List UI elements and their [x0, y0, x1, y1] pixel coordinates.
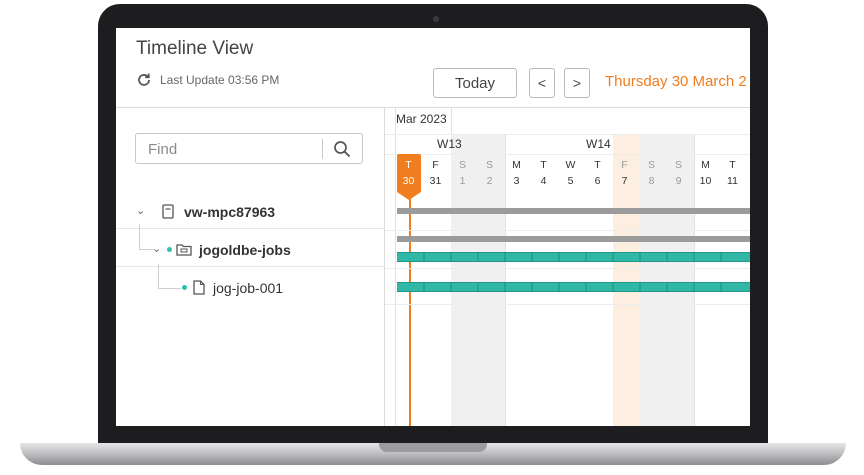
row-divider [385, 230, 750, 231]
server-icon [162, 204, 174, 219]
day-letter: T [729, 159, 736, 171]
day-number: 30 [402, 175, 415, 187]
week-label: W14 [586, 137, 611, 151]
day-letter: W [565, 159, 576, 171]
current-date-label[interactable]: Thursday 30 March 2 [605, 73, 747, 90]
day-number: 6 [594, 175, 601, 187]
day-number: 7 [621, 175, 628, 187]
day-number: 1 [459, 175, 466, 187]
day-number: 4 [540, 175, 547, 187]
chevron-down-icon[interactable]: ⌄ [152, 242, 161, 255]
tree-item-label: jogoldbe-jobs [199, 242, 291, 258]
day-letter: S [458, 159, 466, 171]
today-line [409, 192, 411, 426]
header-row-line [385, 134, 750, 135]
chevron-left-icon: < [537, 75, 547, 91]
bar-ticks [423, 252, 722, 292]
day-number: 8 [648, 175, 655, 187]
laptop-notch [379, 443, 487, 452]
header-row-line [385, 154, 750, 155]
chevron-down-icon[interactable]: ⌄ [136, 204, 145, 217]
day-number: 2 [486, 175, 493, 187]
day-letter: T [405, 159, 412, 171]
day-number: 10 [699, 175, 712, 187]
refresh-icon[interactable] [136, 72, 152, 88]
search-icon[interactable] [333, 140, 351, 158]
chevron-right-icon: > [572, 75, 582, 91]
day-number: 9 [675, 175, 682, 187]
search-box [135, 133, 363, 164]
day-letter: S [647, 159, 655, 171]
day-letter: F [621, 159, 628, 171]
camera [433, 16, 439, 22]
group-timeline-bar[interactable] [397, 236, 750, 242]
day-number: 5 [567, 175, 574, 187]
tree-item-host[interactable]: ⌄ vw-mpc87963 [116, 196, 384, 229]
timeline-start-line [395, 108, 396, 426]
header-divider [116, 107, 750, 108]
day-letter: M [701, 159, 710, 171]
day-letter: M [512, 159, 521, 171]
host-timeline-bar[interactable] [397, 208, 750, 214]
day-letter: F [432, 159, 439, 171]
day-number: 3 [513, 175, 520, 187]
day-number: 11 [727, 175, 738, 187]
status-dot [182, 285, 187, 290]
previous-button[interactable]: < [529, 68, 555, 98]
panel-divider[interactable] [384, 108, 385, 426]
day-letter: T [594, 159, 601, 171]
day-number: 31 [429, 175, 442, 187]
day-letter: S [674, 159, 682, 171]
day-letter: T [540, 159, 547, 171]
search-input[interactable] [146, 139, 310, 160]
month-label: Mar 2023 [396, 112, 447, 126]
file-icon [193, 280, 205, 295]
day-letter: S [485, 159, 493, 171]
next-button[interactable]: > [564, 68, 590, 98]
status-dot [167, 247, 172, 252]
page-title: Timeline View [136, 38, 254, 59]
tree-item-label: vw-mpc87963 [184, 204, 276, 220]
today-button[interactable]: Today [433, 68, 517, 98]
tree-item-folder[interactable]: ⌄ jogoldbe-jobs [116, 234, 384, 267]
tree-item-job[interactable]: jog-job-001 [116, 272, 384, 304]
last-update-text: Last Update 03:56 PM [160, 73, 280, 87]
app-screen: Timeline View Last Update 03:56 PM Today… [116, 28, 750, 426]
row-divider [385, 304, 750, 305]
search-divider [322, 139, 323, 159]
folder-icon [176, 244, 192, 256]
week-label: W13 [437, 137, 462, 151]
tree-item-label: jog-job-001 [213, 280, 284, 296]
